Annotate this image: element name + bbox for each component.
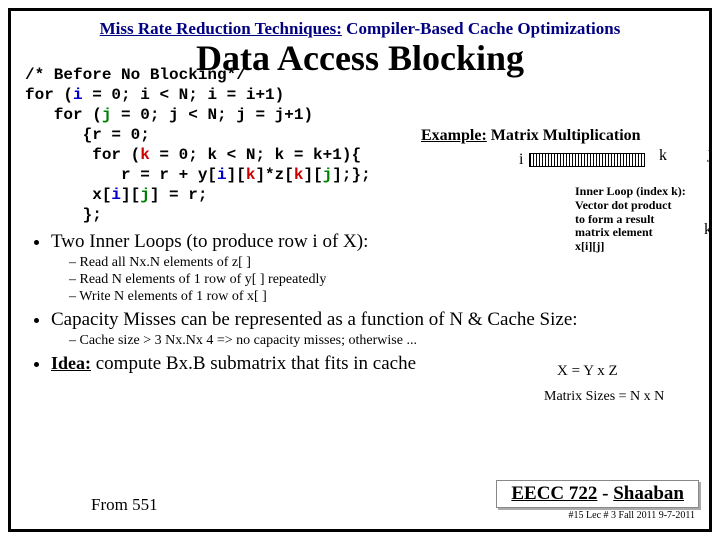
- matrix-sizes: Matrix Sizes = N x N: [544, 389, 664, 405]
- k-label: k: [659, 147, 667, 165]
- k-right-label: k: [704, 221, 712, 239]
- bullet-1-sub-1: Read all Nx.N elements of z[ ]: [69, 255, 695, 271]
- footer-box: EECC 722 - Shaaban: [496, 480, 699, 508]
- inner-loop-note: Inner Loop (index k): Vector dot product…: [575, 185, 686, 254]
- header-underlined: Miss Rate Reduction Techniques:: [100, 19, 342, 38]
- bullet-2: Capacity Misses can be represented as a …: [51, 309, 695, 349]
- example-label: Example: Matrix Multiplication: [421, 127, 641, 145]
- j-label: j: [708, 145, 712, 163]
- row-bar: [529, 153, 645, 167]
- header-rest: Compiler-Based Cache Optimizations: [342, 19, 620, 38]
- slide-header: Miss Rate Reduction Techniques: Compiler…: [25, 19, 695, 39]
- footer: EECC 722 - Shaaban #15 Lec # 3 Fall 2011…: [496, 480, 699, 521]
- bullet-1-sub-2: Read N elements of 1 row of y[ ] repeate…: [69, 272, 695, 288]
- equation: X = Y x Z: [557, 363, 618, 380]
- from-label: From 551: [91, 495, 158, 515]
- bullet-1-sub-3: Write N elements of 1 row of x[ ]: [69, 289, 695, 305]
- matrix-diagram: k j i k Inner Loop (index k): Vector dot…: [519, 151, 714, 169]
- bullet-2-sub-1: Cache size > 3 Nx.Nx 4 => no capacity mi…: [69, 333, 695, 349]
- footer-sub: #15 Lec # 3 Fall 2011 9-7-2011: [496, 510, 699, 521]
- i-label: i: [519, 151, 523, 169]
